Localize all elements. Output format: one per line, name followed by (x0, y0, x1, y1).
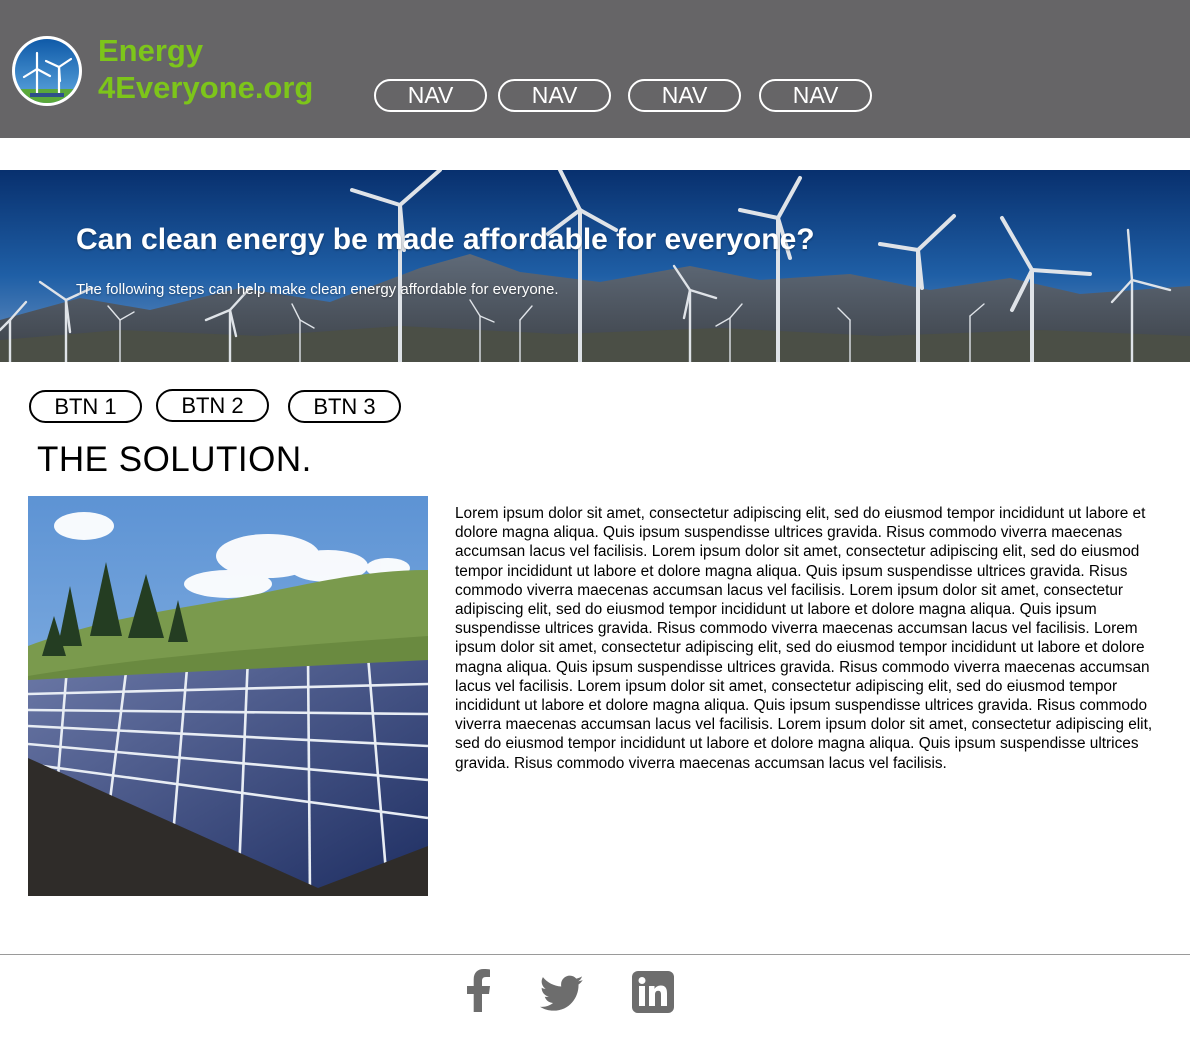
btn-1[interactable]: BTN 1 (29, 390, 142, 423)
brand-line-2: 4Everyone.org (98, 70, 314, 105)
wind-turbine-logo-icon (15, 39, 79, 103)
nav-button-4[interactable]: NAV (759, 79, 872, 112)
brand-name[interactable]: Energy 4Everyone.org (98, 32, 313, 106)
nav-button-3[interactable]: NAV (628, 79, 741, 112)
section-body-text: Lorem ipsum dolor sit amet, consectetur … (455, 505, 1153, 772)
section-title: THE SOLUTION. (37, 440, 312, 479)
linkedin-icon[interactable] (632, 970, 674, 1014)
site-header: Energy 4Everyone.org NAV NAV NAV NAV (0, 0, 1190, 138)
nav-button-1[interactable]: NAV (374, 79, 487, 112)
solar-panel-photo (28, 496, 428, 896)
hero-title: Can clean energy be made affordable for … (76, 223, 815, 256)
twitter-icon[interactable] (540, 972, 584, 1016)
nav-button-2[interactable]: NAV (498, 79, 611, 112)
wind-farm-photo (0, 170, 1190, 362)
logo[interactable] (12, 36, 82, 106)
hero-subtitle: The following steps can help make clean … (76, 281, 559, 298)
btn-3[interactable]: BTN 3 (288, 390, 401, 423)
brand-line-1: Energy (98, 33, 204, 68)
footer-divider (0, 954, 1190, 955)
hero-banner: Can clean energy be made affordable for … (0, 170, 1190, 362)
facebook-icon[interactable] (462, 968, 494, 1012)
btn-2[interactable]: BTN 2 (156, 389, 269, 422)
solar-panel-illustration (28, 496, 428, 896)
